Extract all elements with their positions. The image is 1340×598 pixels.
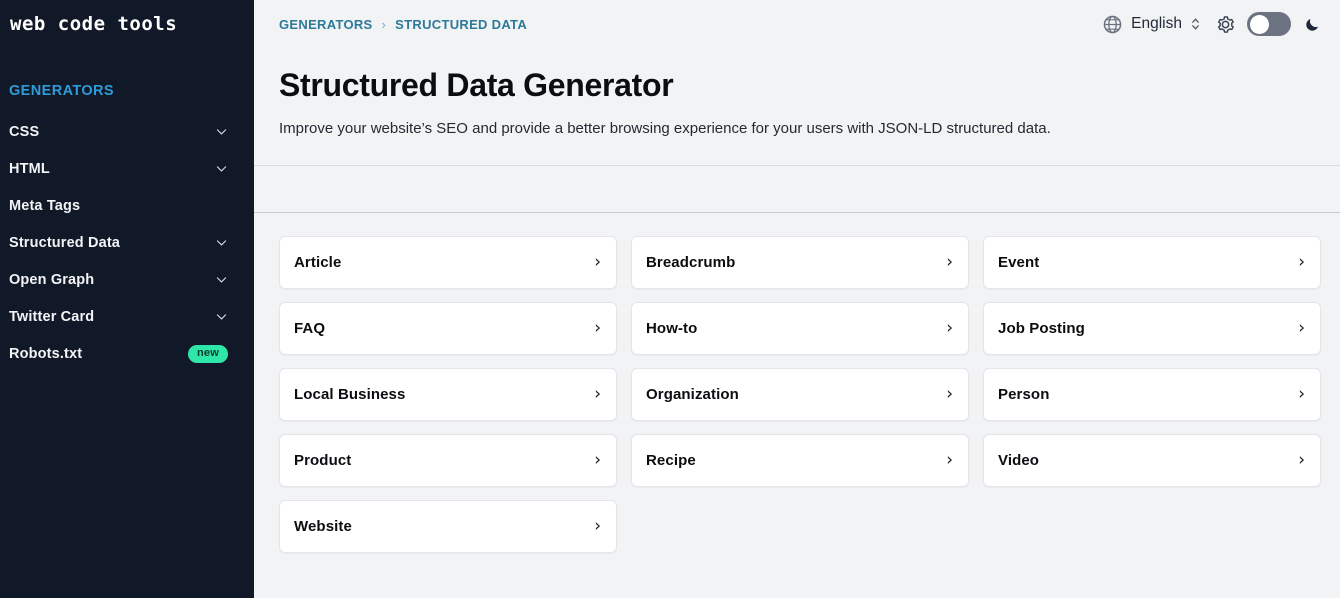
card-label: Organization	[646, 386, 739, 403]
card-label: Person	[998, 386, 1050, 403]
chevron-right-icon: ›	[946, 384, 953, 404]
card-label: Website	[294, 518, 352, 535]
chevron-right-icon: ›	[1298, 384, 1305, 404]
card-label: Job Posting	[998, 320, 1085, 337]
generator-card-how-to[interactable]: How-to ›	[631, 302, 969, 355]
chevron-down-icon[interactable]	[215, 162, 228, 175]
chevron-right-icon: ›	[1298, 318, 1305, 338]
generator-card-job-posting[interactable]: Job Posting ›	[983, 302, 1321, 355]
generator-list-container: Article › Breadcrumb › Event › FAQ › How…	[254, 213, 1340, 553]
sidebar-item-label: HTML	[9, 160, 50, 177]
page-header: Structured Data Generator Improve your w…	[254, 48, 1340, 165]
card-label: Local Business	[294, 386, 406, 403]
generator-card-breadcrumb[interactable]: Breadcrumb ›	[631, 236, 969, 289]
chevron-right-icon: ›	[1298, 252, 1305, 272]
generator-card-organization[interactable]: Organization ›	[631, 368, 969, 421]
generator-card-event[interactable]: Event ›	[983, 236, 1321, 289]
sidebar-section-heading: GENERATORS	[9, 83, 114, 99]
sidebar-item-label: Open Graph	[9, 271, 95, 288]
breadcrumb-item-structured-data[interactable]: STRUCTURED DATA	[395, 17, 527, 32]
brand-logo[interactable]: web code tools	[0, 0, 254, 36]
sidebar-item-structured-data[interactable]: Structured Data	[0, 224, 254, 261]
card-label: Event	[998, 254, 1040, 271]
gear-icon[interactable]	[1215, 14, 1236, 35]
generator-card-product[interactable]: Product ›	[279, 434, 617, 487]
chevron-right-icon: ›	[946, 252, 953, 272]
sidebar-item-twitter-card[interactable]: Twitter Card	[0, 298, 254, 335]
sidebar-item-html[interactable]: HTML	[0, 150, 254, 187]
sidebar-item-accessory	[215, 273, 228, 286]
chevron-right-icon: ›	[594, 318, 601, 338]
sidebar: web code tools GENERATORS CSS HTML Meta …	[0, 0, 254, 598]
toolbar-band	[254, 165, 1340, 213]
sidebar-item-label: CSS	[9, 123, 40, 140]
generator-card-faq[interactable]: FAQ ›	[279, 302, 617, 355]
up-down-chevron-icon[interactable]	[1190, 16, 1201, 32]
sidebar-item-accessory	[215, 310, 228, 323]
globe-icon	[1102, 14, 1123, 35]
chevron-down-icon[interactable]	[215, 125, 228, 138]
card-label: Product	[294, 452, 352, 469]
generator-card-grid: Article › Breadcrumb › Event › FAQ › How…	[279, 236, 1321, 553]
card-label: Article	[294, 254, 342, 271]
sidebar-nav: CSS HTML Meta Tags Structured Data Open …	[0, 113, 254, 372]
sidebar-item-accessory	[215, 236, 228, 249]
generator-card-article[interactable]: Article ›	[279, 236, 617, 289]
card-label: How-to	[646, 320, 698, 337]
chevron-down-icon[interactable]	[215, 273, 228, 286]
breadcrumb: GENERATORS › STRUCTURED DATA	[279, 17, 527, 32]
moon-icon[interactable]	[1304, 15, 1322, 33]
generator-card-person[interactable]: Person ›	[983, 368, 1321, 421]
generator-card-recipe[interactable]: Recipe ›	[631, 434, 969, 487]
topbar-controls: English	[1102, 12, 1322, 36]
page-title: Structured Data Generator	[279, 67, 674, 103]
main-content: GENERATORS › STRUCTURED DATA English Str…	[254, 0, 1340, 598]
language-selector[interactable]: English	[1102, 14, 1215, 35]
chevron-down-icon[interactable]	[215, 310, 228, 323]
sidebar-item-accessory: new	[188, 344, 228, 363]
page-subtitle: Improve your website’s SEO and provide a…	[279, 120, 1051, 137]
topbar: GENERATORS › STRUCTURED DATA English	[254, 0, 1340, 48]
generator-card-video[interactable]: Video ›	[983, 434, 1321, 487]
generator-card-website[interactable]: Website ›	[279, 500, 617, 553]
chevron-down-icon[interactable]	[215, 236, 228, 249]
sidebar-item-accessory	[215, 162, 228, 175]
chevron-right-icon: ›	[946, 450, 953, 470]
sidebar-item-open-graph[interactable]: Open Graph	[0, 261, 254, 298]
sidebar-item-accessory	[215, 125, 228, 138]
card-label: Breadcrumb	[646, 254, 736, 271]
card-label: Recipe	[646, 452, 696, 469]
sidebar-item-label: Structured Data	[9, 234, 121, 251]
theme-toggle[interactable]	[1247, 12, 1291, 36]
sidebar-item-label: Meta Tags	[9, 197, 81, 214]
sidebar-item-robots-txt[interactable]: Robots.txt new	[0, 335, 254, 372]
language-value: English	[1131, 15, 1182, 32]
status-badge-new: new	[188, 344, 228, 363]
theme-toggle-knob	[1250, 14, 1269, 34]
chevron-right-icon: ›	[594, 516, 601, 536]
card-label: Video	[998, 452, 1040, 469]
sidebar-item-meta-tags[interactable]: Meta Tags	[0, 187, 254, 224]
chevron-right-icon: ›	[1298, 450, 1305, 470]
chevron-right-icon: ›	[594, 450, 601, 470]
sidebar-item-label: Robots.txt	[9, 345, 83, 362]
chevron-right-icon: ›	[594, 252, 601, 272]
generator-card-local-business[interactable]: Local Business ›	[279, 368, 617, 421]
chevron-right-icon: ›	[946, 318, 953, 338]
sidebar-item-css[interactable]: CSS	[0, 113, 254, 150]
breadcrumb-item-generators[interactable]: GENERATORS	[279, 17, 373, 32]
sidebar-item-label: Twitter Card	[9, 308, 95, 325]
chevron-right-icon: ›	[594, 384, 601, 404]
card-label: FAQ	[294, 320, 326, 337]
breadcrumb-separator-icon: ›	[381, 16, 387, 32]
